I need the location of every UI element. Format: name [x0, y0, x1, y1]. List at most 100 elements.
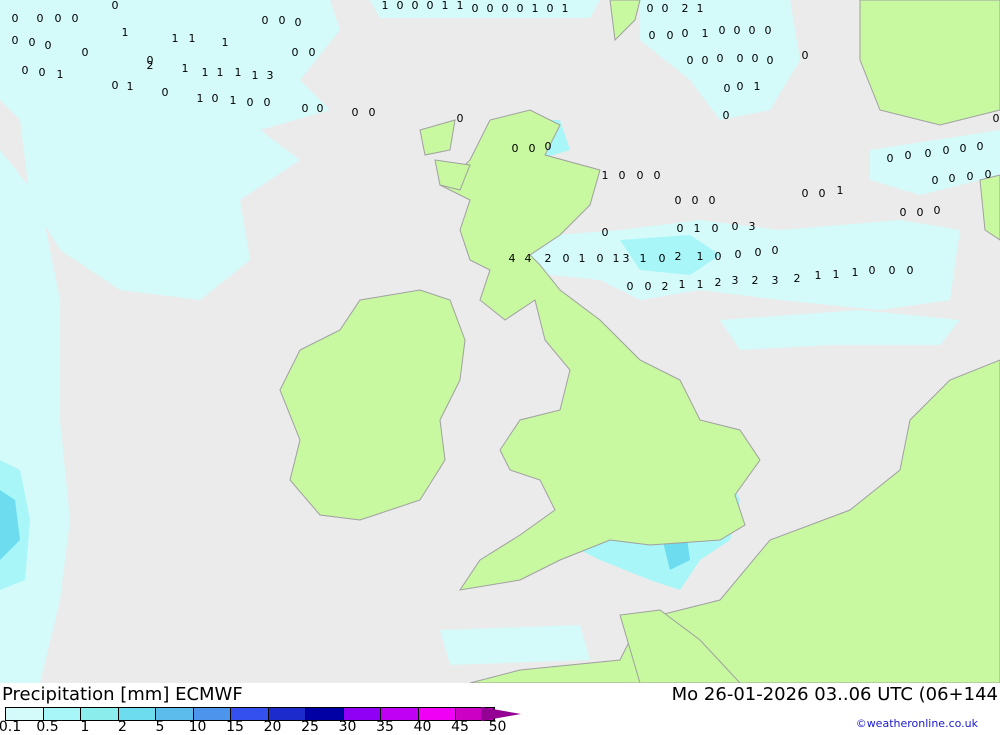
precip-value-label: 0 — [675, 194, 682, 207]
precip-value-label: 1 — [189, 32, 196, 45]
precip-value-label: 0 — [602, 226, 609, 239]
precip-value-label: 3 — [623, 252, 630, 265]
precip-value-label: 0 — [545, 140, 552, 153]
precip-value-label: 3 — [772, 274, 779, 287]
precip-value-label: 1 — [442, 0, 449, 12]
precip-value-label: 0 — [949, 172, 956, 185]
precip-value-label: 0 — [512, 142, 519, 155]
precip-value-label: 0 — [682, 27, 689, 40]
precip-value-label: 0 — [659, 252, 666, 265]
legend-footer: Precipitation [mm] ECMWF Mo 26-01-2026 0… — [0, 683, 1000, 735]
precip-value-label: 0 — [472, 2, 479, 15]
precip-value-label: 0 — [772, 244, 779, 257]
precip-value-label: 0 — [925, 147, 932, 160]
precip-value-label: 2 — [545, 252, 552, 265]
precip-value-label: 0 — [502, 2, 509, 15]
precip-value-label: 3 — [749, 220, 756, 233]
precip-value-label: 1 — [57, 68, 64, 81]
precip-value-label: 0 — [702, 54, 709, 67]
precip-value-label: 0 — [563, 252, 570, 265]
precip-value-label: 0 — [905, 149, 912, 162]
precip-value-label: 0 — [279, 14, 286, 27]
precip-value-label: 0 — [724, 82, 731, 95]
precip-value-label: 4 — [509, 252, 516, 265]
precip-value-label: 1 — [202, 66, 209, 79]
precip-value-label: 2 — [752, 274, 759, 287]
precip-value-label: 0 — [295, 16, 302, 29]
precip-value-label: 0 — [649, 29, 656, 42]
precip-value-label: 1 — [679, 278, 686, 291]
precip-value-label: 0 — [529, 142, 536, 155]
precip-value-label: 1 — [815, 269, 822, 282]
precip-value-label: 1 — [852, 266, 859, 279]
precip-value-label: 0 — [737, 52, 744, 65]
precip-value-label: 0 — [960, 142, 967, 155]
precipitation-map: 0 0 0 0010 0 0001 1 10 0 00 01 0 0 0 1 1 0 0 0 0 1 0 1 0 0 2 10 0 0 1… — [0, 0, 1000, 683]
precip-value-label: 0 — [712, 222, 719, 235]
precip-value-label: 1 — [122, 26, 129, 39]
precip-value-label: 1 — [697, 250, 704, 263]
precip-value-label: 0 — [397, 0, 404, 12]
precip-value-label: 1 — [640, 252, 647, 265]
precip-value-label: 0 — [802, 187, 809, 200]
precip-value-label: 0 — [934, 204, 941, 217]
precip-value-label: 1 — [562, 2, 569, 15]
precip-value-label: 0 — [667, 29, 674, 42]
precip-value-label: 0 — [662, 2, 669, 15]
precip-value-label: 0 — [755, 246, 762, 259]
precip-value-label: 0 — [943, 144, 950, 157]
precip-value-label: 0 — [352, 106, 359, 119]
precip-value-label: 1 — [235, 66, 242, 79]
forecast-datetime: Mo 26-01-2026 03..06 UTC (06+144 — [671, 684, 998, 705]
scandinavia — [859, 0, 1000, 126]
precip-value-label: 0 — [487, 2, 494, 15]
precip-value-label: 0 — [262, 14, 269, 27]
precip-value-label: 1 — [252, 69, 259, 82]
precip-value-label: 0 — [993, 112, 1000, 125]
precip-value-label: 0 — [645, 280, 652, 293]
precip-value-label: 1 — [697, 2, 704, 15]
precip-value-label: 0 — [932, 174, 939, 187]
precip-value-label: 0 — [734, 24, 741, 37]
precip-value-label: 2 — [715, 276, 722, 289]
precip-value-label: 0 — [719, 24, 726, 37]
precip-value-label: 2 — [794, 272, 801, 285]
precip-value-label: 0 — [212, 92, 219, 105]
precip-value-label: 1 — [837, 184, 844, 197]
precip-value-label: 0 — [917, 206, 924, 219]
credit-link[interactable]: ©weatheronline.co.uk — [856, 717, 978, 730]
precip-value-label: 0 — [309, 46, 316, 59]
precip-value-label: 0 — [619, 169, 626, 182]
precip-value-label: 1 — [127, 80, 134, 93]
precip-value-label: 0 — [889, 264, 896, 277]
precip-value-label: 0 — [647, 2, 654, 15]
precip-value-label: 0 — [985, 168, 992, 181]
precip-value-label: 3 — [732, 274, 739, 287]
precip-value-label: 1 — [532, 2, 539, 15]
precip-value-label: 0 — [967, 170, 974, 183]
precip-value-label: 1 — [579, 252, 586, 265]
precip-value-label: 1 — [833, 268, 840, 281]
precip-value-label: 0 — [737, 80, 744, 93]
precip-value-label: 0 — [869, 264, 876, 277]
precip-value-label: 0 — [12, 12, 19, 25]
precip-value-label: 0 — [907, 264, 914, 277]
precip-value-label: 0 — [767, 54, 774, 67]
precip-value-label: 0 — [457, 112, 464, 125]
precip-value-label: 2 — [662, 280, 669, 293]
precip-value-label: 0 — [247, 96, 254, 109]
precip-value-label: 0 — [39, 66, 46, 79]
precip-value-label: 0 — [717, 52, 724, 65]
precip-value-label: 0 — [302, 102, 309, 115]
precip-value-label: 0 — [112, 0, 119, 12]
precip-value-label: 0 — [735, 248, 742, 261]
precip-value-label: 0 — [677, 222, 684, 235]
precip-value-label: 0 — [687, 54, 694, 67]
precip-value-label: 0 — [819, 187, 826, 200]
precip-value-label: 0 — [72, 12, 79, 25]
precip-value-label: 0 — [12, 34, 19, 47]
precip-value-label: 0 — [709, 194, 716, 207]
precip-value-label: 0 — [752, 52, 759, 65]
precip-value-label: 3 — [267, 69, 274, 82]
precip-value-label: 1 — [382, 0, 389, 12]
